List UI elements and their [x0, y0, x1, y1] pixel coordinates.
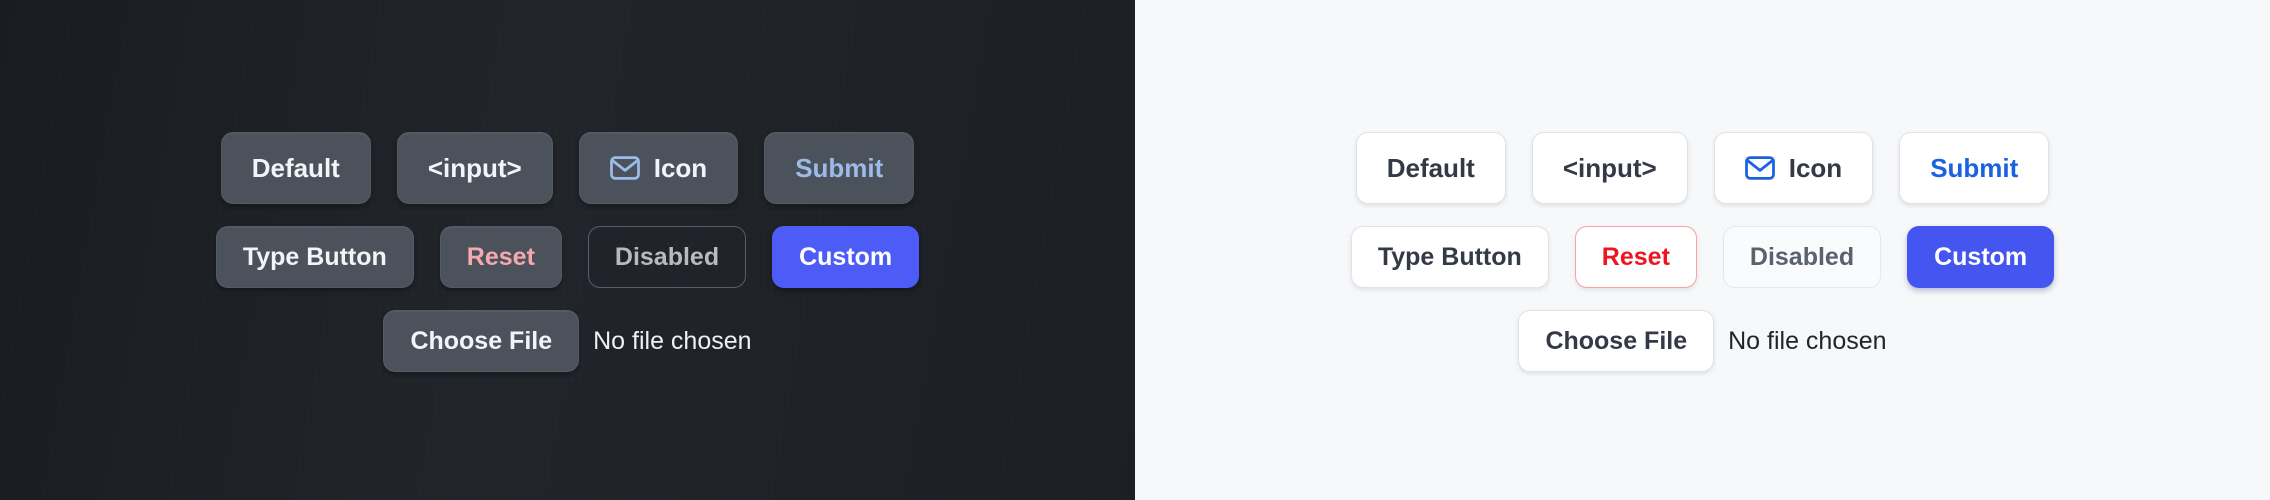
light-button-grid: Default <input> Icon Submit Type Button …: [1135, 0, 2270, 500]
default-button[interactable]: Default: [220, 132, 371, 204]
reset-button[interactable]: Reset: [439, 226, 562, 288]
default-button[interactable]: Default: [1355, 132, 1506, 204]
icon-button[interactable]: Icon: [578, 132, 739, 204]
button-label: Icon: [1788, 153, 1843, 183]
submit-button[interactable]: Submit: [764, 132, 915, 204]
button-label: Type Button: [1377, 242, 1522, 271]
theme-comparison-split: Default <input> Icon Submit Type Button …: [0, 0, 2270, 500]
button-label: Custom: [799, 242, 893, 271]
type-button[interactable]: Type Button: [215, 226, 414, 288]
input-button[interactable]: <input>: [1531, 132, 1688, 204]
button-label: Icon: [653, 153, 708, 183]
disabled-button: Disabled: [1722, 226, 1882, 288]
dark-theme-panel: Default <input> Icon Submit Type Button …: [0, 0, 1135, 500]
button-label: Reset: [1601, 242, 1670, 271]
reset-button[interactable]: Reset: [1574, 226, 1697, 288]
light-button-row-1: Default <input> Icon Submit: [1355, 132, 2050, 204]
button-label: Choose File: [410, 326, 553, 355]
file-status-text: No file chosen: [593, 326, 752, 355]
button-label: Default: [1386, 153, 1475, 183]
button-label: Default: [251, 153, 340, 183]
type-button[interactable]: Type Button: [1350, 226, 1549, 288]
light-file-input-row: Choose File No file chosen: [1518, 310, 1887, 372]
icon-button[interactable]: Icon: [1713, 132, 1874, 204]
button-label: Disabled: [614, 242, 720, 271]
dark-file-input-row: Choose File No file chosen: [383, 310, 752, 372]
dark-button-row-2: Type Button Reset Disabled Custom: [215, 226, 920, 288]
input-button[interactable]: <input>: [396, 132, 553, 204]
button-label: Custom: [1934, 242, 2028, 271]
file-status-text: No file chosen: [1728, 326, 1887, 355]
mail-icon: [1744, 153, 1775, 183]
button-label: <input>: [1562, 153, 1657, 183]
button-label: Submit: [795, 153, 884, 183]
button-label: Submit: [1930, 153, 2019, 183]
button-label: <input>: [427, 153, 522, 183]
submit-button[interactable]: Submit: [1899, 132, 2050, 204]
dark-button-row-1: Default <input> Icon Submit: [220, 132, 915, 204]
button-label: Choose File: [1545, 326, 1688, 355]
choose-file-button[interactable]: Choose File: [383, 310, 580, 372]
custom-button[interactable]: Custom: [1907, 226, 2055, 288]
light-theme-panel: Default <input> Icon Submit Type Button …: [1135, 0, 2270, 500]
button-label: Type Button: [242, 242, 387, 271]
dark-button-grid: Default <input> Icon Submit Type Button …: [0, 0, 1135, 500]
button-label: Disabled: [1749, 242, 1855, 271]
button-label: Reset: [466, 242, 535, 271]
light-button-row-2: Type Button Reset Disabled Custom: [1350, 226, 2055, 288]
choose-file-button[interactable]: Choose File: [1518, 310, 1715, 372]
mail-icon: [609, 153, 640, 183]
custom-button[interactable]: Custom: [772, 226, 920, 288]
disabled-button: Disabled: [587, 226, 747, 288]
